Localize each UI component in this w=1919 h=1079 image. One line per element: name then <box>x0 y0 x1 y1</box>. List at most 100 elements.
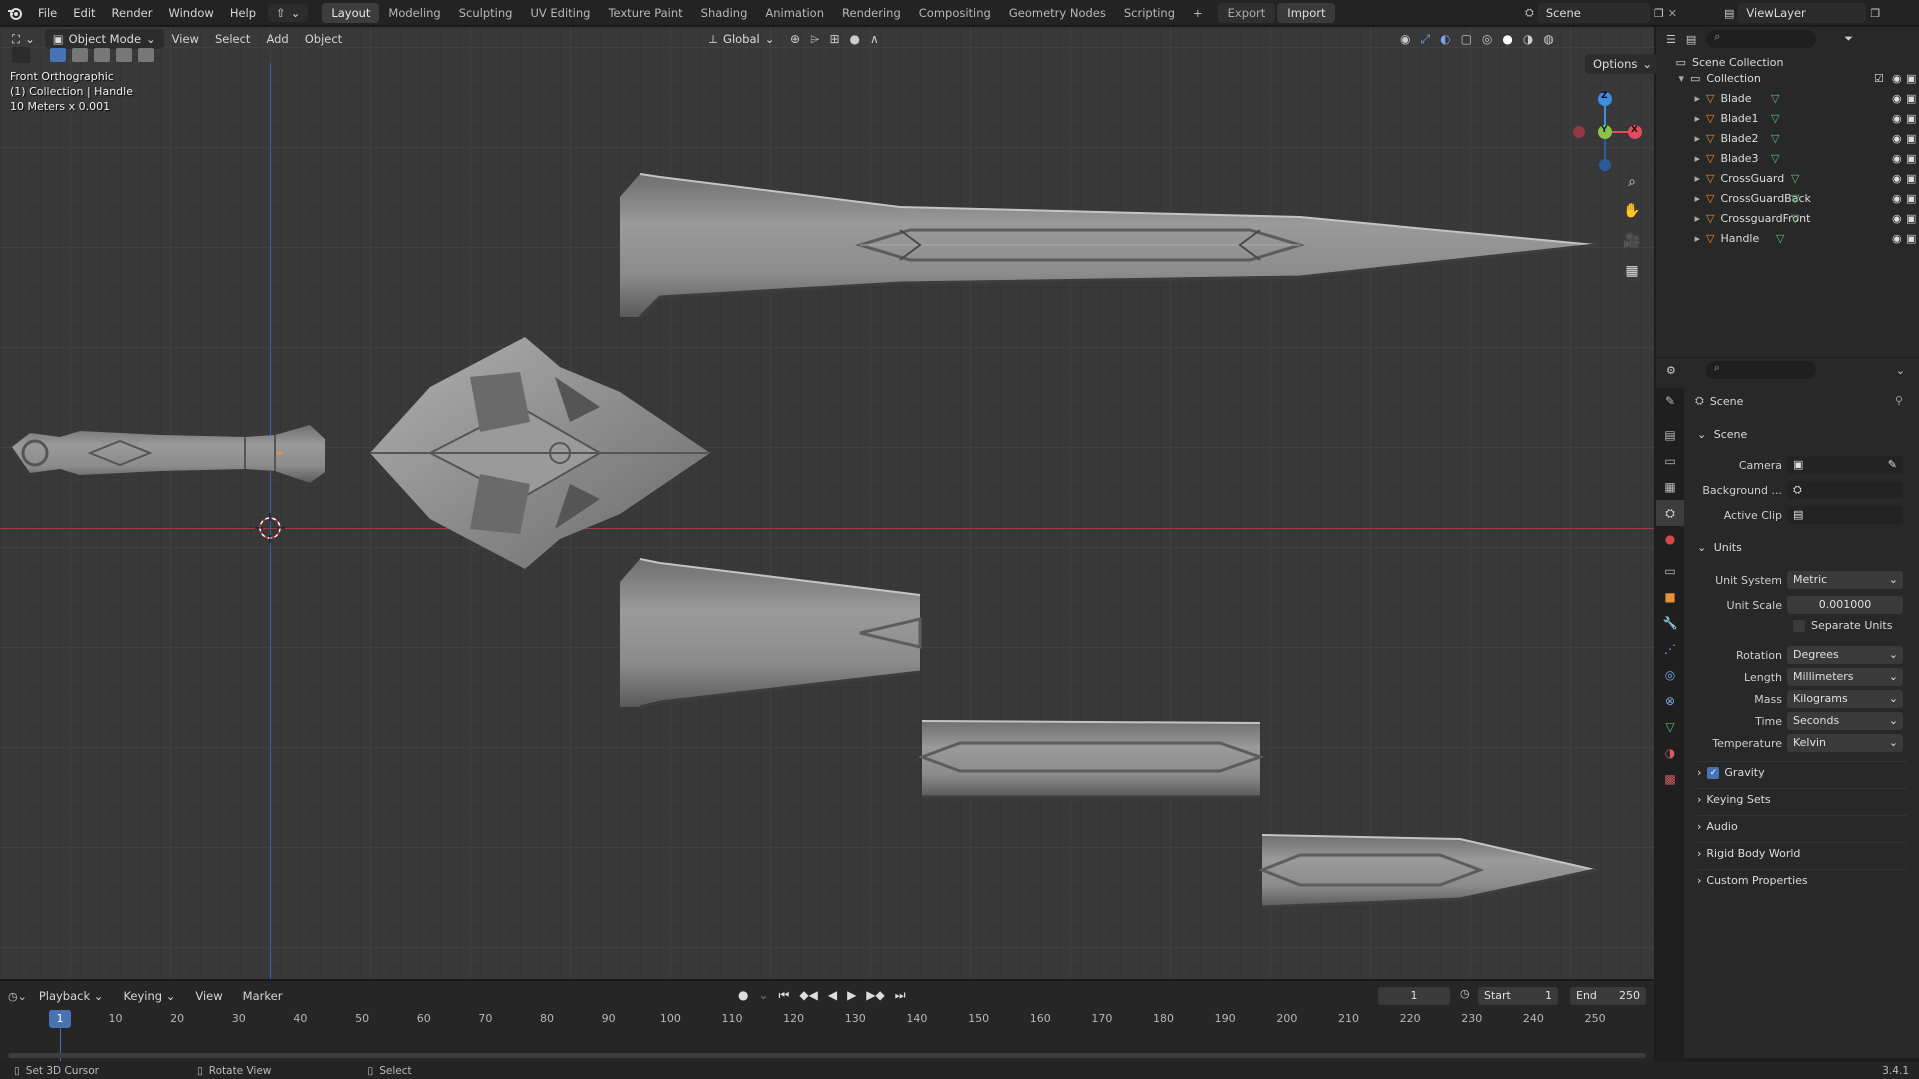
camera-icon[interactable]: ▣ <box>1906 72 1916 85</box>
eyedropper-icon[interactable]: ✎ <box>1888 456 1897 474</box>
world-tab-icon[interactable]: ● <box>1656 526 1684 552</box>
expand-arrow-icon[interactable]: ▸ <box>1656 172 1700 185</box>
filter-icon[interactable]: ⏷ <box>1844 32 1853 46</box>
playhead[interactable]: 1 <box>49 1010 71 1028</box>
blade2-mesh[interactable] <box>917 720 1265 799</box>
camera-icon[interactable]: ▣ <box>1906 132 1916 145</box>
view-layer-icon[interactable]: ▤ <box>1724 7 1734 20</box>
view-layer-field[interactable]: ViewLayer <box>1738 3 1867 23</box>
timeline-menu-playback[interactable]: Playback ⌄ <box>31 986 112 1006</box>
zoom-icon[interactable]: ⌕ <box>1620 170 1644 194</box>
eye-icon[interactable]: ◉ <box>1892 212 1902 225</box>
pin-icon[interactable]: ⚲ <box>1895 394 1903 407</box>
next-keyframe-icon[interactable]: ▶◆ <box>866 988 884 1003</box>
unit-row-field[interactable]: Degrees ⌄ <box>1787 646 1903 664</box>
render-tab-icon[interactable]: ▤ <box>1656 422 1684 448</box>
new-view-layer-icon[interactable]: ❐ <box>1870 7 1880 20</box>
export-button[interactable]: Export <box>1217 2 1276 23</box>
tab-modeling[interactable]: Modeling <box>379 3 449 23</box>
expand-arrow-icon[interactable]: ▸ <box>1656 192 1700 205</box>
outliner-row-object[interactable]: ▸ ▽ Blade ▽ ◉ ▣ <box>1656 88 1919 108</box>
camera-field[interactable]: ▣ ✎ <box>1787 456 1903 474</box>
menu-window[interactable]: Window <box>160 3 221 23</box>
menu-file[interactable]: File <box>30 3 65 23</box>
record-icon[interactable]: ● <box>738 988 748 1003</box>
collection-checkbox[interactable]: ☑ <box>1874 72 1884 85</box>
eye-icon[interactable]: ◉ <box>1892 152 1902 165</box>
stopwatch-icon[interactable]: ◷ <box>1460 987 1470 1000</box>
add-workspace-button[interactable]: + <box>1184 3 1212 23</box>
blender-logo-icon[interactable] <box>0 5 30 21</box>
expand-arrow-icon[interactable]: ▸ <box>1656 92 1700 105</box>
expand-arrow-icon[interactable]: ▾ <box>1656 72 1684 85</box>
handle-mesh[interactable] <box>12 425 325 483</box>
collapsed-section-header[interactable]: › Keying Sets <box>1697 788 1907 810</box>
mesh-data-icon[interactable]: ▽ <box>1791 212 1799 225</box>
outliner-search-input[interactable]: ⌕ <box>1706 30 1817 48</box>
expand-arrow-icon[interactable]: ▸ <box>1656 232 1700 245</box>
menu-help[interactable]: Help <box>222 3 264 23</box>
mesh-data-icon[interactable]: ▽ <box>1771 112 1779 125</box>
start-frame-field[interactable]: Start 1 <box>1478 987 1558 1005</box>
camera-icon[interactable]: ▣ <box>1906 172 1916 185</box>
chevron-down-icon[interactable]: ⌄ <box>1896 364 1905 377</box>
tab-texture-paint[interactable]: Texture Paint <box>599 3 691 23</box>
jump-end-icon[interactable]: ⏭ <box>895 988 906 1003</box>
import-button[interactable]: Import <box>1277 2 1336 23</box>
texture-tab-icon[interactable]: ▩ <box>1656 766 1684 792</box>
background-field[interactable]: ⛭ <box>1787 481 1903 499</box>
outliner-row-object[interactable]: ▸ ▽ CrossguardFront ▽ ◉ ▣ <box>1656 208 1919 228</box>
outliner-row-object[interactable]: ▸ ▽ CrossGuard ▽ ◉ ▣ <box>1656 168 1919 188</box>
active-clip-field[interactable]: ▤ <box>1787 506 1903 524</box>
tab-shading[interactable]: Shading <box>692 3 757 23</box>
play-reverse-icon[interactable]: ◀ <box>828 988 837 1003</box>
timeline-scrollbar[interactable] <box>8 1053 1646 1058</box>
outliner-row-object[interactable]: ▸ ▽ CrossGuardBack ▽ ◉ ▣ <box>1656 188 1919 208</box>
tab-uv-editing[interactable]: UV Editing <box>521 3 599 23</box>
properties-editor-icon[interactable]: ⚙ <box>1666 364 1676 377</box>
camera-icon[interactable]: ▣ <box>1906 232 1916 245</box>
expand-arrow-icon[interactable]: ▸ <box>1656 132 1700 145</box>
scene-name-field[interactable]: Scene <box>1537 3 1650 23</box>
pan-hand-icon[interactable]: ✋ <box>1620 199 1644 223</box>
mesh-data-icon[interactable]: ▽ <box>1771 152 1779 165</box>
scene-section-header[interactable]: ⌄ Scene <box>1697 424 1907 446</box>
ortho-grid-icon[interactable]: ▦ <box>1620 259 1644 283</box>
gravity-checkbox[interactable]: ✓ <box>1707 767 1720 779</box>
unit-row-field[interactable]: Kilograms ⌄ <box>1787 690 1903 708</box>
blade1-mesh[interactable] <box>620 558 922 709</box>
crossguard-mesh[interactable] <box>370 337 710 569</box>
blade3-mesh[interactable] <box>1257 834 1596 909</box>
unit-row-field[interactable]: Kelvin ⌄ <box>1787 734 1903 752</box>
menu-render[interactable]: Render <box>104 3 161 23</box>
scene-icon[interactable]: ⛭ <box>1525 6 1534 20</box>
navigation-gizmo[interactable]: Z Y X <box>1560 87 1650 177</box>
eye-icon[interactable]: ◉ <box>1892 112 1902 125</box>
camera-icon[interactable]: ▣ <box>1906 212 1916 225</box>
3d-viewport[interactable]: ⛶ ⌄ ▣ Object Mode ⌄ View Select Add Objec… <box>0 27 1661 979</box>
separate-units-checkbox[interactable]: Separate Units <box>1793 619 1892 632</box>
collapsed-section-header[interactable]: › Audio <box>1697 815 1907 837</box>
mesh-data-icon[interactable]: ▽ <box>1771 132 1779 145</box>
tab-rendering[interactable]: Rendering <box>833 3 910 23</box>
collapsed-section-header[interactable]: › Custom Properties <box>1697 869 1907 891</box>
unit-row-field[interactable]: Millimeters ⌄ <box>1787 668 1903 686</box>
modifier-tab-icon[interactable]: 🔧 <box>1656 610 1684 636</box>
eye-icon[interactable]: ◉ <box>1892 172 1902 185</box>
timeline-menu-view[interactable]: View <box>187 986 230 1006</box>
tool-tab-icon[interactable]: ✎ <box>1656 388 1684 414</box>
mesh-data-icon[interactable]: ▽ <box>1791 192 1799 205</box>
mesh-data-icon[interactable]: ▽ <box>1776 232 1784 245</box>
display-mode-icon[interactable]: ▤ <box>1686 33 1696 46</box>
camera-icon[interactable]: ▣ <box>1906 92 1916 105</box>
mesh-data-icon[interactable]: ▽ <box>1771 92 1779 105</box>
timeline-menu-keying[interactable]: Keying ⌄ <box>115 986 183 1006</box>
mesh-data-icon[interactable]: ▽ <box>1791 172 1799 185</box>
tab-sculpting[interactable]: Sculpting <box>450 3 522 23</box>
eye-icon[interactable]: ◉ <box>1892 232 1902 245</box>
delete-scene-icon[interactable]: ✕ <box>1668 7 1677 20</box>
timeline-menu-marker[interactable]: Marker <box>235 986 291 1006</box>
eye-icon[interactable]: ◉ <box>1892 132 1902 145</box>
expand-arrow-icon[interactable]: ▸ <box>1656 152 1700 165</box>
timeline-editor-icon[interactable]: ◷⌄ <box>8 990 27 1003</box>
